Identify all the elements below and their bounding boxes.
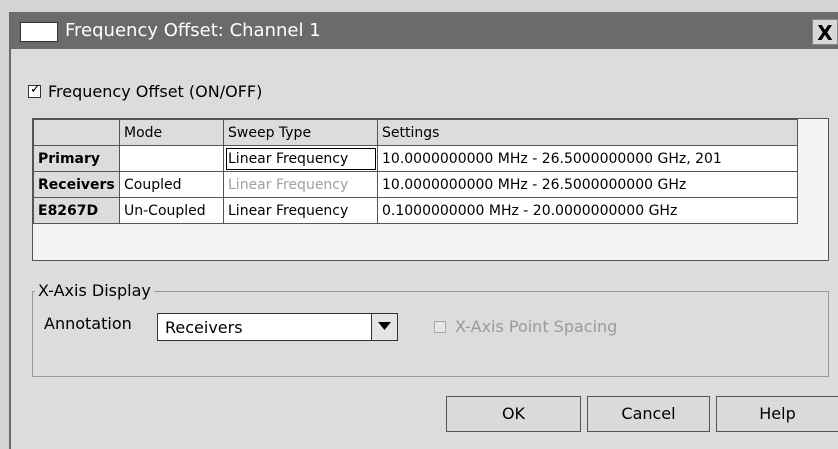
dropdown-arrow-button[interactable] bbox=[371, 314, 397, 340]
x-axis-point-spacing-checkbox bbox=[434, 320, 446, 333]
row-header-e8267d: E8267D bbox=[33, 197, 120, 224]
annotation-selected-value: Receivers bbox=[165, 318, 243, 337]
cancel-button[interactable]: Cancel bbox=[587, 396, 710, 432]
table-row: Primary Linear Frequency 10.0000000000 M… bbox=[33, 145, 798, 172]
primary-mode-cell[interactable] bbox=[119, 145, 224, 172]
x-axis-point-spacing-option: X-Axis Point Spacing bbox=[434, 317, 617, 336]
receivers-sweep-type-cell: Linear Frequency bbox=[223, 171, 378, 198]
column-header-settings: Settings bbox=[377, 119, 798, 146]
e8267d-mode-cell[interactable]: Un-Coupled bbox=[119, 197, 224, 224]
column-header-corner bbox=[33, 119, 120, 146]
receivers-settings-cell[interactable]: 10.0000000000 MHz - 26.5000000000 GHz bbox=[377, 171, 798, 198]
screen: Frequency Offset: Channel 1 X ✓ Frequenc… bbox=[0, 0, 838, 449]
frequency-offset-checkbox[interactable]: ✓ bbox=[28, 81, 41, 98]
close-icon: X bbox=[817, 21, 833, 45]
dropdown-arrow-icon bbox=[378, 322, 391, 330]
check-icon: ✓ bbox=[30, 81, 41, 97]
primary-sweep-type-cell[interactable]: Linear Frequency bbox=[223, 145, 378, 172]
e8267d-sweep-type-cell[interactable]: Linear Frequency bbox=[223, 197, 378, 224]
row-header-receivers: Receivers bbox=[33, 171, 120, 198]
x-axis-point-spacing-label: X-Axis Point Spacing bbox=[455, 317, 618, 336]
close-button[interactable]: X bbox=[812, 19, 838, 45]
annotation-label: Annotation bbox=[44, 314, 132, 333]
frequency-offset-toggle[interactable]: ✓ Frequency Offset (ON/OFF) bbox=[28, 81, 262, 101]
frequency-offset-label: Frequency Offset (ON/OFF) bbox=[48, 81, 263, 101]
x-axis-display-group bbox=[32, 291, 829, 377]
receivers-mode-cell[interactable]: Coupled bbox=[119, 171, 224, 198]
column-header-mode: Mode bbox=[119, 119, 224, 146]
window-icon bbox=[20, 22, 58, 42]
window-title: Frequency Offset: Channel 1 bbox=[65, 20, 321, 41]
frequency-offset-dialog: Frequency Offset: Channel 1 X ✓ Frequenc… bbox=[9, 12, 838, 449]
primary-settings-cell[interactable]: 10.0000000000 MHz - 26.5000000000 GHz, 2… bbox=[377, 145, 798, 172]
row-header-primary: Primary bbox=[33, 145, 120, 172]
table-row: Receivers Coupled Linear Frequency 10.00… bbox=[33, 171, 798, 198]
help-button[interactable]: Help bbox=[716, 396, 838, 432]
e8267d-settings-cell[interactable]: 0.1000000000 MHz - 20.0000000000 GHz bbox=[377, 197, 798, 224]
title-bar[interactable]: Frequency Offset: Channel 1 X bbox=[11, 13, 838, 49]
column-header-sweep-type: Sweep Type bbox=[223, 119, 378, 146]
table-header-row: Mode Sweep Type Settings bbox=[33, 119, 798, 146]
x-axis-display-title: X-Axis Display bbox=[35, 281, 154, 300]
offset-table: Mode Sweep Type Settings Primary Linear … bbox=[32, 118, 829, 261]
table-row: E8267D Un-Coupled Linear Frequency 0.100… bbox=[33, 197, 798, 224]
annotation-dropdown[interactable]: Receivers bbox=[157, 313, 398, 341]
ok-button[interactable]: OK bbox=[446, 396, 581, 432]
